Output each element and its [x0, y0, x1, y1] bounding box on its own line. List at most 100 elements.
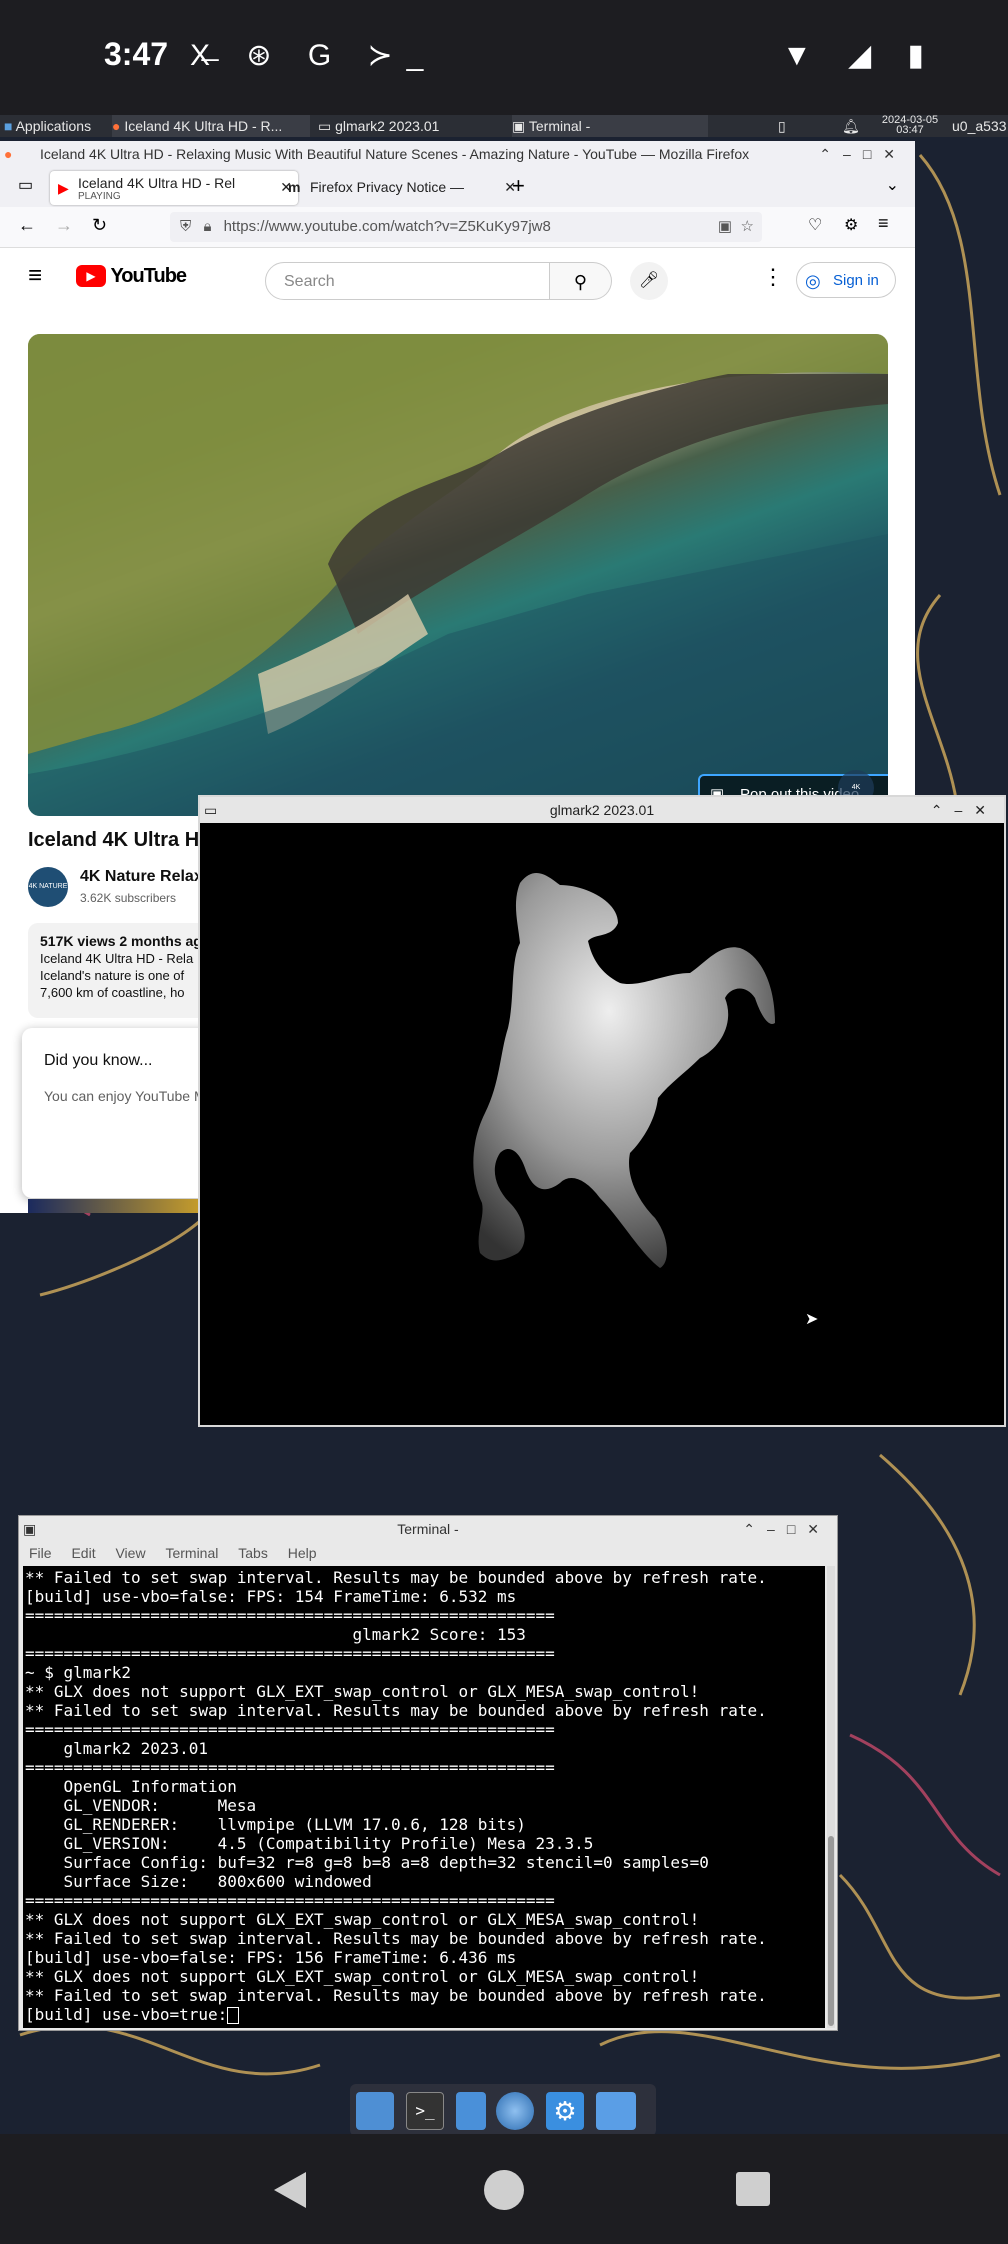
- file-manager-icon[interactable]: [456, 2092, 486, 2130]
- mic-button[interactable]: 🎤︎: [630, 262, 668, 300]
- menu-icon[interactable]: ≡: [28, 262, 42, 290]
- battery-tray-icon[interactable]: ▯: [778, 115, 798, 137]
- lock-icon: 🔒︎: [203, 218, 212, 235]
- terminal-line: ** Failed to set swap interval. Results …: [25, 1568, 767, 1587]
- web-browser-icon[interactable]: [496, 2092, 534, 2130]
- terminal-line: ** GLX does not support GLX_EXT_swap_con…: [25, 1910, 700, 1929]
- bell-icon[interactable]: 🔔︎: [842, 115, 862, 137]
- back-icon[interactable]: ←: [18, 215, 36, 236]
- search-icon: ⚲: [573, 272, 588, 292]
- terminal-line: ** Failed to set swap interval. Results …: [25, 1701, 767, 1720]
- folder-icon[interactable]: [596, 2092, 636, 2130]
- did-you-know-card[interactable]: Did you know... You can enjoy YouTube M: [22, 1028, 222, 1198]
- menu-help[interactable]: Help: [288, 1545, 317, 1561]
- android-navigation-bar: [0, 2134, 1008, 2244]
- chevron-down-icon[interactable]: ⌄: [886, 175, 899, 195]
- youtube-logo[interactable]: ▶ YouTube: [76, 265, 187, 288]
- terminal-line: ========================================…: [25, 1891, 555, 1910]
- xfce-dock: >_ ⚙: [350, 2084, 656, 2136]
- window-icon: ▭: [204, 802, 218, 818]
- video-player[interactable]: ▣ Pop out this video 4K NATURE: [28, 334, 888, 816]
- terminal-line: ** GLX does not support GLX_EXT_swap_con…: [25, 1967, 700, 1986]
- bookmark-star-icon[interactable]: ☆: [741, 212, 754, 242]
- tab-privacy-notice[interactable]: m Firefox Privacy Notice — ✕: [282, 171, 520, 203]
- xfce-panel: ■ Applications ● Iceland 4K Ultra HD - R…: [0, 115, 1008, 137]
- search-button[interactable]: ⚲: [550, 262, 612, 300]
- more-vert-icon[interactable]: ⋮: [762, 264, 784, 290]
- menu-terminal[interactable]: Terminal: [165, 1545, 218, 1561]
- channel-avatar[interactable]: 4K NATURE: [28, 867, 68, 907]
- pip-icon[interactable]: ▣: [718, 212, 732, 242]
- tab-list-icon[interactable]: ▭: [18, 175, 33, 195]
- recommended-thumbnail[interactable]: [28, 1199, 198, 1213]
- show-desktop-icon[interactable]: [356, 2092, 394, 2130]
- menu-edit[interactable]: Edit: [71, 1545, 95, 1561]
- account-icon: ◎: [805, 271, 821, 291]
- video-title: Iceland 4K Ultra HD: [28, 829, 214, 851]
- hamburger-menu-icon[interactable]: ≡: [878, 213, 889, 234]
- terminal-output[interactable]: ** Failed to set swap interval. Results …: [23, 1566, 825, 2028]
- menu-view[interactable]: View: [115, 1545, 145, 1561]
- window-controls[interactable]: ⌃–✕: [931, 797, 998, 823]
- status-time: 3:47: [104, 36, 169, 72]
- terminal-current-line: [build] use-vbo=true:: [25, 2005, 823, 2024]
- applications-icon: ■: [4, 118, 13, 134]
- reload-icon[interactable]: ↻: [92, 215, 107, 236]
- notification-icons: X̶ ⊛ G ≻_: [190, 39, 438, 72]
- firefox-titlebar[interactable]: ● Iceland 4K Ultra HD - Relaxing Music W…: [0, 141, 915, 167]
- terminal-window: ▣ Terminal - ⌃–□✕ File Edit View Termina…: [18, 1515, 838, 2031]
- youtube-header: ≡ ▶ YouTube Search ⚲ 🎤︎ ⋮ ◎ Sign in: [0, 248, 915, 306]
- url-text: https://www.youtube.com/watch?v=Z5KuKy97…: [223, 218, 551, 235]
- pocket-icon[interactable]: ♡: [808, 215, 822, 235]
- glmark-titlebar[interactable]: ▭ glmark2 2023.01 ⌃–✕: [200, 797, 1004, 823]
- search-input[interactable]: Search: [265, 262, 550, 300]
- microphone-icon: 🎤︎: [638, 272, 660, 289]
- terminal-launcher-icon[interactable]: >_: [406, 2092, 444, 2130]
- back-triangle-icon[interactable]: [270, 2170, 310, 2210]
- tab-youtube[interactable]: ▶ Iceland 4K Ultra HD - Rel PLAYING ✕: [50, 171, 298, 205]
- window-controls[interactable]: ⌃–□✕: [819, 141, 907, 167]
- forward-icon[interactable]: →: [55, 215, 73, 236]
- horse-render: [473, 872, 775, 1268]
- settings-gear-icon[interactable]: ⚙: [546, 2092, 584, 2130]
- terminal-line: Surface Size: 800x600 windowed: [25, 1872, 372, 1891]
- terminal-scrollbar[interactable]: [827, 1566, 835, 2028]
- youtube-play-icon: ▶: [76, 265, 106, 287]
- terminal-line: GL_VERSION: 4.5 (Compatibility Profile) …: [25, 1834, 594, 1853]
- window-controls[interactable]: ⌃–□✕: [743, 1516, 831, 1542]
- terminal-line: GL_RENDERER: llvmpipe (LLVM 17.0.6, 128 …: [25, 1815, 526, 1834]
- panel-clock[interactable]: 2024-03-05 03:47: [872, 115, 948, 137]
- subscriber-count: 3.62K subscribers: [80, 891, 177, 905]
- taskbar-item-glmark[interactable]: ▭ glmark2 2023.01: [318, 115, 508, 137]
- terminal-line: OpenGL Information: [25, 1777, 237, 1796]
- menu-file[interactable]: File: [29, 1545, 52, 1561]
- terminal-line: [build] use-vbo=false: FPS: 154 FrameTim…: [25, 1587, 517, 1606]
- recents-square-icon[interactable]: [736, 2172, 770, 2206]
- extensions-icon[interactable]: ⚙: [844, 215, 858, 235]
- terminal-line: ** GLX does not support GLX_EXT_swap_con…: [25, 1682, 700, 1701]
- applications-menu[interactable]: ■ Applications: [4, 115, 104, 137]
- shield-icon: ⛨: [180, 218, 192, 235]
- url-bar[interactable]: ⛨ 🔒︎ https://www.youtube.com/watch?v=Z5K…: [170, 212, 762, 242]
- channel-name[interactable]: 4K Nature Relaxa: [80, 868, 212, 886]
- menu-tabs[interactable]: Tabs: [238, 1545, 268, 1561]
- tab-strip: ▭ ▶ Iceland 4K Ultra HD - Rel PLAYING ✕ …: [0, 167, 915, 207]
- terminal-line: glmark2 Score: 153: [25, 1625, 526, 1644]
- new-tab-button[interactable]: +: [512, 173, 525, 199]
- window-title: Iceland 4K Ultra HD - Relaxing Music Wit…: [40, 146, 750, 162]
- terminal-line: ** Failed to set swap interval. Results …: [25, 1986, 767, 2005]
- scrollbar-thumb[interactable]: [828, 1836, 834, 2026]
- terminal-line: Surface Config: buf=32 r=8 g=8 b=8 a=8 d…: [25, 1853, 709, 1872]
- taskbar-item-firefox[interactable]: ● Iceland 4K Ultra HD - R...: [112, 115, 310, 137]
- terminal-titlebar[interactable]: ▣ Terminal - ⌃–□✕: [19, 1516, 837, 1542]
- panel-user[interactable]: u0_a533: [952, 115, 1008, 137]
- taskbar-item-terminal[interactable]: ▣ Terminal -: [512, 115, 708, 137]
- terminal-line: ========================================…: [25, 1644, 555, 1663]
- terminal-icon: ▣: [23, 1521, 37, 1537]
- youtube-favicon: ▶: [58, 180, 69, 196]
- terminal-icon: ▣: [512, 118, 526, 134]
- home-circle-icon[interactable]: [484, 2170, 524, 2210]
- text-cursor: [227, 2007, 240, 2024]
- sign-in-button[interactable]: ◎ Sign in: [796, 262, 896, 298]
- firefox-icon: ●: [112, 118, 121, 134]
